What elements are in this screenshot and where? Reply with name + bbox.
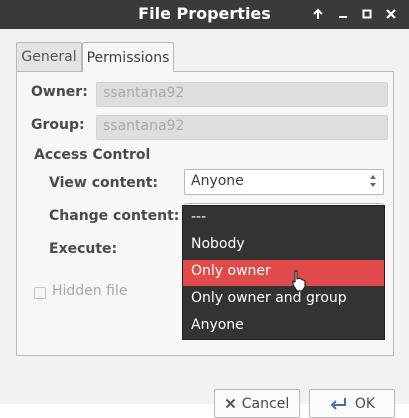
dropdown-option-nobody[interactable]: Nobody [183, 233, 384, 259]
maximize-arrow-icon[interactable] [309, 5, 327, 23]
hidden-file-label: Hidden file [52, 283, 128, 299]
owner-field: ssantana92 [96, 82, 388, 107]
dropdown-option-owner-and-group[interactable]: Only owner and group [183, 287, 384, 313]
view-content-select[interactable]: Anyone [184, 169, 384, 195]
tab-general[interactable]: General [16, 42, 82, 71]
group-field: ssantana92 [96, 115, 388, 140]
view-content-value: Anyone [191, 173, 244, 189]
access-control-heading: Access Control [34, 147, 151, 163]
change-content-label: Change content: [49, 208, 180, 224]
spin-arrows-icon [369, 172, 377, 194]
title-bar: File Properties [0, 0, 409, 29]
mouse-cursor-icon [291, 270, 307, 296]
minimize-icon[interactable] [334, 5, 352, 23]
dropdown-option-none[interactable]: --- [183, 206, 384, 232]
change-content-dropdown: --- Nobody Only owner Only owner and gro… [182, 205, 385, 340]
tab-permissions[interactable]: Permissions [82, 42, 174, 72]
dropdown-option-only-owner[interactable]: Only owner [183, 260, 384, 286]
execute-label: Execute: [49, 241, 118, 257]
owner-label: Owner: [31, 84, 88, 100]
view-content-label: View content: [49, 175, 159, 191]
hidden-file-checkbox[interactable] [34, 287, 46, 299]
group-label: Group: [31, 117, 85, 133]
dropdown-option-anyone[interactable]: Anyone [183, 314, 384, 340]
restore-icon[interactable] [358, 5, 376, 23]
close-icon[interactable] [382, 5, 400, 23]
